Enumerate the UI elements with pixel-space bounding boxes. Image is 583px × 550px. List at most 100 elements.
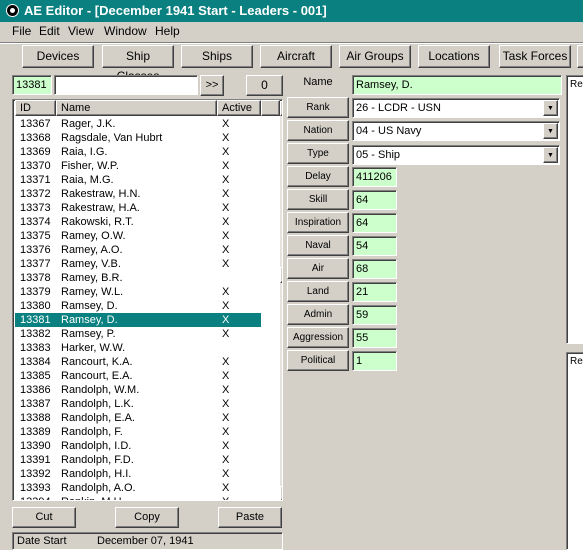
aggression-field[interactable]: 55 <box>352 328 397 348</box>
table-row[interactable]: 13373 Rakestraw, H.A. X <box>15 201 261 215</box>
nav-overflow-button[interactable] <box>577 45 583 68</box>
skill-button[interactable]: Skill <box>287 189 349 210</box>
admin-button[interactable]: Admin <box>287 304 349 325</box>
menu-window[interactable]: Window <box>104 24 147 38</box>
admin-field[interactable]: 59 <box>352 305 397 325</box>
list-scrollbar[interactable]: ▲ ▼ <box>280 101 282 500</box>
type-select[interactable]: 05 - Ship ▼ <box>352 145 560 165</box>
skill-field[interactable]: 64 <box>352 190 397 210</box>
right-panel-bottom[interactable]: Re <box>566 352 583 550</box>
land-button[interactable]: Land <box>287 281 349 302</box>
table-row[interactable]: 13370 Fisher, W.P. X <box>15 159 261 173</box>
nav-ship-classes-button[interactable]: Ship Classes <box>102 45 174 83</box>
row-name: Ramey, B.R. <box>61 272 123 284</box>
table-row[interactable]: 13379 Ramey, W.L. X <box>15 285 261 299</box>
nav-aircraft-button[interactable]: Aircraft <box>260 45 332 68</box>
nation-select[interactable]: 04 - US Navy ▼ <box>352 121 560 141</box>
table-row[interactable]: 13391 Randolph, F.D. X <box>15 453 261 467</box>
dropdown-arrow-icon[interactable]: ▼ <box>543 123 558 139</box>
nav-ships-button[interactable]: Ships <box>181 45 253 68</box>
table-row[interactable]: 13390 Randolph, I.D. X <box>15 439 261 453</box>
row-name: Randolph, A.O. <box>61 482 136 494</box>
table-row[interactable]: 13381 Ramsey, D. X <box>15 313 261 327</box>
table-row[interactable]: 13384 Rancourt, K.A. X <box>15 355 261 369</box>
row-id: 13392 <box>20 468 51 480</box>
row-active: X <box>222 300 230 312</box>
table-row[interactable]: 13378 Ramey, B.R. <box>15 271 261 285</box>
nation-button[interactable]: Nation <box>287 120 349 141</box>
row-active: X <box>222 244 230 256</box>
column-header-name[interactable]: Name <box>56 100 217 116</box>
copy-button[interactable]: Copy <box>115 507 179 528</box>
table-row[interactable]: 13374 Rakowski, R.T. X <box>15 215 261 229</box>
column-header-id[interactable]: ID <box>15 100 56 116</box>
table-row[interactable]: 13380 Ramsey, D. X <box>15 299 261 313</box>
table-row[interactable]: 13394 Rankin, M.H. X <box>15 495 261 500</box>
naval-button[interactable]: Naval <box>287 235 349 256</box>
row-name: Ragsdale, Van Hubrt <box>61 132 163 144</box>
menu-help[interactable]: Help <box>155 24 180 38</box>
row-active: X <box>222 384 230 396</box>
inspiration-field[interactable]: 64 <box>352 213 397 233</box>
scroll-down-arrow-icon[interactable]: ▼ <box>280 486 282 500</box>
table-row[interactable]: 13369 Raia, I.G. X <box>15 145 261 159</box>
table-row[interactable]: 13389 Randolph, F. X <box>15 425 261 439</box>
table-row[interactable]: 13387 Randolph, L.K. X <box>15 397 261 411</box>
nav-locations-button[interactable]: Locations <box>418 45 490 68</box>
land-field[interactable]: 21 <box>352 282 397 302</box>
cut-button[interactable]: Cut <box>12 507 76 528</box>
table-row[interactable]: 13375 Ramey, O.W. X <box>15 229 261 243</box>
table-row[interactable]: 13367 Rager, J.K. X <box>15 117 261 131</box>
type-button[interactable]: Type <box>287 143 349 164</box>
scroll-thumb[interactable] <box>280 267 282 283</box>
rank-select[interactable]: 26 - LCDR - USN ▼ <box>352 98 560 118</box>
app-icon[interactable] <box>6 4 19 17</box>
right-panel-top[interactable]: Re <box>566 75 583 344</box>
air-button[interactable]: Air <box>287 258 349 279</box>
menu-edit[interactable]: Edit <box>39 24 60 38</box>
row-active: X <box>222 440 230 452</box>
table-row[interactable]: 13392 Randolph, H.I. X <box>15 467 261 481</box>
nav-task-forces-button[interactable]: Task Forces <box>499 45 571 68</box>
table-row[interactable]: 13376 Ramey, A.O. X <box>15 243 261 257</box>
row-active: X <box>222 202 230 214</box>
paste-button[interactable]: Paste <box>218 507 282 528</box>
row-name: Ramey, O.W. <box>61 230 126 242</box>
search-input[interactable] <box>54 75 198 95</box>
table-row[interactable]: 13388 Randolph, E.A. X <box>15 411 261 425</box>
row-active: X <box>222 454 230 466</box>
nav-air-groups-button[interactable]: Air Groups <box>339 45 411 68</box>
nav-devices-button[interactable]: Devices <box>22 45 94 68</box>
table-row[interactable]: 13382 Ramsey, P. X <box>15 327 261 341</box>
table-row[interactable]: 13368 Ragsdale, Van Hubrt X <box>15 131 261 145</box>
aggression-button[interactable]: Aggression <box>287 327 349 348</box>
column-header-active[interactable]: Active <box>217 100 261 116</box>
scroll-up-arrow-icon[interactable]: ▲ <box>280 101 282 116</box>
naval-field[interactable]: 54 <box>352 236 397 256</box>
row-active: X <box>222 468 230 480</box>
table-row[interactable]: 13393 Randolph, A.O. X <box>15 481 261 495</box>
delay-button[interactable]: Delay <box>287 166 349 187</box>
political-button[interactable]: Political <box>287 350 349 371</box>
air-field[interactable]: 68 <box>352 259 397 279</box>
table-row[interactable]: 13371 Raia, M.G. X <box>15 173 261 187</box>
dropdown-arrow-icon[interactable]: ▼ <box>543 147 558 163</box>
rank-button[interactable]: Rank <box>287 97 349 118</box>
name-field[interactable]: Ramsey, D. <box>352 75 562 95</box>
row-name: Ramey, W.L. <box>61 286 124 298</box>
table-row[interactable]: 13385 Rancourt, E.A. X <box>15 369 261 383</box>
go-button[interactable]: >> <box>200 75 224 96</box>
table-row[interactable]: 13377 Ramey, V.B. X <box>15 257 261 271</box>
inspiration-button[interactable]: Inspiration <box>287 212 349 233</box>
table-row[interactable]: 13386 Randolph, W.M. X <box>15 383 261 397</box>
delay-field[interactable]: 411206 <box>352 167 397 187</box>
dropdown-arrow-icon[interactable]: ▼ <box>543 100 558 116</box>
leader-id-field[interactable]: 13381 <box>12 75 52 95</box>
menu-view[interactable]: View <box>68 24 94 38</box>
menu-file[interactable]: File <box>12 24 31 38</box>
table-row[interactable]: 13372 Rakestraw, H.N. X <box>15 187 261 201</box>
political-field[interactable]: 1 <box>352 351 397 371</box>
table-row[interactable]: 13383 Harker, W.W. <box>15 341 261 355</box>
leader-list[interactable]: ID Name Active 13367 Rager, J.K. X 13368 Rag… <box>12 99 283 501</box>
row-active: X <box>222 412 230 424</box>
